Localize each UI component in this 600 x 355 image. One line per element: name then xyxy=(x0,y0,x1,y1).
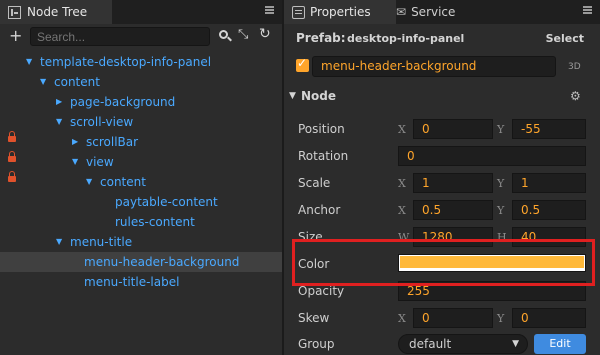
tree-item-scrollbar[interactable]: ▶ scrollBar xyxy=(0,131,282,152)
tree-item-label: content xyxy=(54,75,100,89)
chevron-down-icon[interactable]: ▼ xyxy=(26,52,32,72)
axis-y-label: Y xyxy=(497,312,505,325)
chevron-down-icon[interactable]: ▼ xyxy=(72,152,78,172)
prefab-label: Prefab: xyxy=(296,31,346,45)
check-icon: ✓ xyxy=(297,56,308,70)
skew-y-input[interactable]: 0 xyxy=(512,308,586,328)
prop-label-skew: Skew xyxy=(298,311,330,325)
chevron-down-icon[interactable]: ▼ xyxy=(40,72,46,92)
gear-icon[interactable]: ⚙ xyxy=(570,89,581,103)
tree-item-label: scrollBar xyxy=(86,135,139,149)
tree-item-label: template-desktop-info-panel xyxy=(40,55,212,69)
tab-node-tree-label: Node Tree xyxy=(27,5,88,19)
prop-label-scale: Scale xyxy=(298,176,331,190)
search-input[interactable] xyxy=(30,27,210,46)
tab-node-tree[interactable]: Node Tree xyxy=(0,0,112,24)
tree-item-label: menu-header-background xyxy=(84,255,240,269)
skew-x-input[interactable]: 0 xyxy=(413,308,493,328)
chevron-right-icon[interactable]: ▶ xyxy=(72,132,78,152)
tree-item-label: view xyxy=(86,155,114,169)
prop-label-group: Group xyxy=(298,337,335,351)
lock-icon[interactable] xyxy=(8,171,16,182)
add-node-icon[interactable]: + xyxy=(9,26,22,46)
tree-item-paytable-content[interactable]: paytable-content xyxy=(0,192,282,212)
node-tree-panel: Node Tree + ⤡ ↻ ▼ template-desktop-info-… xyxy=(0,0,282,355)
tree-item-scroll-view[interactable]: ▼ scroll-view xyxy=(0,112,282,132)
tree-item-label: menu-title-label xyxy=(84,275,180,289)
sliders-icon xyxy=(292,5,305,19)
node-tree-tabbar: Node Tree xyxy=(0,0,282,24)
properties-tabbar: Properties ✉ Service xyxy=(284,0,600,24)
tab-service[interactable]: ✉ Service xyxy=(388,0,488,24)
node-tree-menu-icon[interactable] xyxy=(265,6,274,14)
position-x-input[interactable]: 0 xyxy=(413,119,493,139)
service-icon: ✉ xyxy=(396,5,407,19)
properties-menu-icon[interactable] xyxy=(583,6,592,14)
tab-properties-label: Properties xyxy=(310,5,371,19)
axis-x-label: X xyxy=(398,312,406,325)
node-active-checkbox[interactable]: ✓ xyxy=(296,56,309,72)
axis-x-label: X xyxy=(398,204,406,217)
tree-item-menu-title[interactable]: ▼ menu-title xyxy=(0,232,282,252)
node-tree-icon xyxy=(8,5,21,19)
tree-item-menu-header-background[interactable]: menu-header-background xyxy=(0,252,282,272)
section-title: Node xyxy=(301,89,337,103)
axis-x-label: X xyxy=(398,123,406,136)
chevron-down-icon[interactable]: ▼ xyxy=(56,232,62,252)
tree-item-content[interactable]: ▼ content xyxy=(0,72,282,92)
group-select-value: default xyxy=(409,337,452,351)
node-section-header[interactable]: ▼ Node ⚙ xyxy=(284,88,600,108)
group-edit-button[interactable]: Edit xyxy=(534,334,586,354)
badge-3d[interactable]: 3D xyxy=(568,62,581,72)
tree-item-template-desktop-info-panel[interactable]: ▼ template-desktop-info-panel xyxy=(0,52,282,72)
prop-label-rotation: Rotation xyxy=(298,149,349,163)
tree-item-label: rules-content xyxy=(115,215,195,229)
anchor-y-input[interactable]: 0.5 xyxy=(512,200,586,220)
chevron-down-icon[interactable]: ▼ xyxy=(86,172,92,192)
tree-item-menu-title-label[interactable]: menu-title-label xyxy=(0,272,282,292)
axis-y-label: Y xyxy=(497,177,505,190)
tree-item-label: scroll-view xyxy=(70,115,134,129)
chevron-down-icon: ▼ xyxy=(289,91,296,101)
lock-icon[interactable] xyxy=(8,151,16,162)
tab-service-label: Service xyxy=(411,5,456,19)
scale-x-input[interactable]: 1 xyxy=(413,173,493,193)
rotation-input[interactable]: 0 xyxy=(398,146,586,166)
tree-item-content-inner[interactable]: ▼ content xyxy=(0,171,282,192)
prefab-name: desktop-info-panel xyxy=(347,32,465,45)
axis-y-label: Y xyxy=(497,123,505,136)
group-select[interactable]: default ▼ xyxy=(398,334,528,354)
tab-properties[interactable]: Properties xyxy=(284,0,396,24)
tree-item-label: page-background xyxy=(70,95,176,109)
chevron-down-icon: ▼ xyxy=(512,339,519,349)
chevron-right-icon[interactable]: ▶ xyxy=(56,92,62,112)
refresh-icon[interactable]: ↻ xyxy=(259,26,271,42)
tree-item-view[interactable]: ▼ view xyxy=(0,151,282,172)
prefab-bar: Prefab: desktop-info-panel Select xyxy=(284,28,600,48)
scale-y-input[interactable]: 1 xyxy=(512,173,586,193)
tree-item-label: menu-title xyxy=(70,235,133,249)
chevron-down-icon[interactable]: ▼ xyxy=(56,112,62,132)
tree-item-page-background[interactable]: ▶ page-background xyxy=(0,92,282,112)
tree-item-rules-content[interactable]: rules-content xyxy=(0,212,282,232)
tree-item-label: content xyxy=(100,175,146,189)
axis-y-label: Y xyxy=(497,204,505,217)
highlight-box xyxy=(292,239,595,286)
prop-label-anchor: Anchor xyxy=(298,203,341,217)
axis-x-label: X xyxy=(398,177,406,190)
node-tree-toolbar: + ⤡ ↻ xyxy=(0,26,282,48)
anchor-x-input[interactable]: 0.5 xyxy=(413,200,493,220)
position-y-input[interactable]: -55 xyxy=(512,119,586,139)
prop-label-position: Position xyxy=(298,122,345,136)
tree-item-label: paytable-content xyxy=(115,195,218,209)
lock-icon[interactable] xyxy=(8,131,16,142)
prefab-select-button[interactable]: Select xyxy=(546,32,584,45)
node-name-input[interactable]: menu-header-background xyxy=(312,56,556,77)
search-icon-handle xyxy=(227,36,232,42)
collapse-icon[interactable]: ⤡ xyxy=(238,27,248,42)
